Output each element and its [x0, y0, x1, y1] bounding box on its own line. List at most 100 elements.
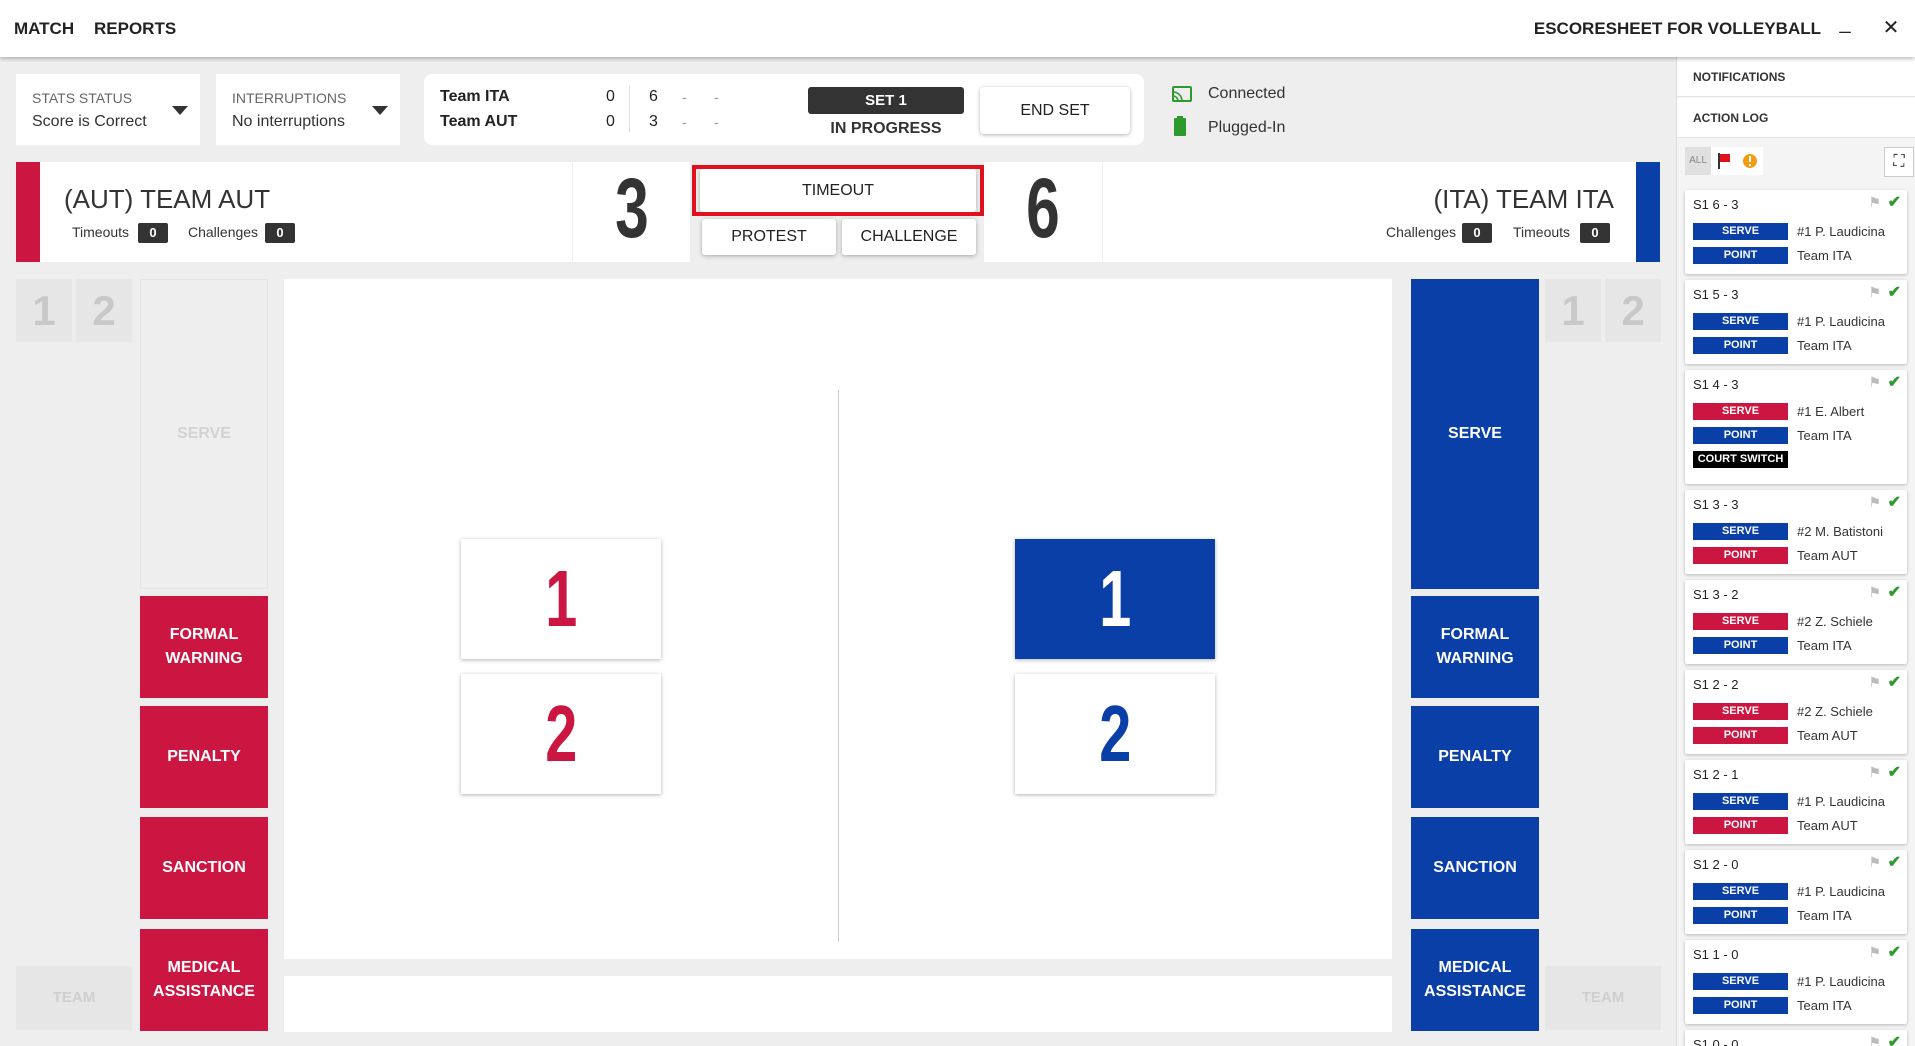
log-entry[interactable]: S1 6 - 3 ⚑ ✔ SERVE #1 P. Laudicina POINT Team … [1685, 190, 1907, 274]
team-ita-color-stripe [1636, 162, 1660, 262]
fullscreen-icon[interactable]: ⛶ [1884, 147, 1914, 177]
left-player-1[interactable]: 1 [461, 539, 661, 659]
log-text: #1 P. Laudicina [1797, 884, 1885, 899]
set2-dash: - [682, 89, 687, 105]
menu-match[interactable]: MATCH [14, 19, 74, 39]
left-lineup-1[interactable]: 1 [16, 279, 72, 342]
timeout-highlight [692, 165, 984, 216]
chevron-down-icon [172, 106, 188, 115]
log-text: #1 P. Laudicina [1797, 974, 1885, 989]
interruptions-dropdown[interactable]: INTERRUPTIONS No interruptions [216, 74, 400, 145]
connection-status: Connected [1208, 85, 1286, 102]
log-entry[interactable]: S1 3 - 2 ⚑ ✔ SERVE #2 Z. Schiele POINT Team IT… [1685, 580, 1907, 664]
log-text: #2 Z. Schiele [1797, 704, 1873, 719]
right-medical-assistance-button[interactable]: MEDICAL ASSISTANCE [1411, 929, 1539, 1031]
right-team-score: 6 [1026, 161, 1060, 255]
check-icon: ✔ [1887, 944, 1901, 961]
close-icon[interactable]: ✕ [1879, 15, 1903, 40]
right-player-2-number: 2 [1098, 689, 1132, 778]
log-text: Team ITA [1797, 638, 1852, 653]
log-tag: SERVE [1693, 403, 1788, 420]
log-entry[interactable]: S1 0 - 0 ⚑ ✔ [1685, 1030, 1907, 1046]
protest-button[interactable]: PROTEST [702, 219, 836, 255]
flag-icon[interactable]: ⚑ [1868, 584, 1881, 601]
right-formal-warning-button[interactable]: FORMAL WARNING [1411, 596, 1539, 698]
left-formal-warning-button[interactable]: FORMAL WARNING [140, 596, 268, 698]
stats-status-dropdown[interactable]: STATS STATUS Score is Correct [16, 74, 200, 145]
left-team-score: 3 [615, 161, 649, 255]
left-timeouts-count: 0 [138, 223, 168, 243]
flag-icon[interactable]: ⚑ [1868, 944, 1881, 961]
power-status: Plugged-In [1208, 119, 1286, 136]
log-text: Team ITA [1797, 248, 1852, 263]
check-icon: ✔ [1887, 194, 1901, 211]
filter-all-button[interactable]: ALL [1685, 147, 1711, 175]
left-lineup-2[interactable]: 2 [76, 279, 132, 342]
log-entry-score: S1 5 - 3 [1693, 287, 1739, 302]
interruptions-value: No interruptions [232, 113, 345, 130]
log-tag: SERVE [1693, 973, 1788, 990]
challenge-button[interactable]: CHALLENGE [842, 219, 976, 255]
log-entry[interactable]: S1 3 - 3 ⚑ ✔ SERVE #2 M. Batistoni POINT Team … [1685, 490, 1907, 574]
flag-icon[interactable]: ⚑ [1868, 764, 1881, 781]
flag-icon[interactable]: ⚑ [1868, 494, 1881, 511]
left-serve-button[interactable]: SERVE [140, 279, 268, 589]
left-medical-assistance-button[interactable]: MEDICAL ASSISTANCE [140, 929, 268, 1031]
log-entry[interactable]: S1 2 - 2 ⚑ ✔ SERVE #2 Z. Schiele POINT Team AU… [1685, 670, 1907, 754]
left-team-button[interactable]: TEAM [16, 966, 132, 1030]
right-lineup-1[interactable]: 1 [1545, 279, 1601, 342]
right-player-1[interactable]: 1 [1015, 539, 1215, 659]
flag-icon[interactable]: ⚑ [1868, 854, 1881, 871]
right-team-name: (ITA) TEAM ITA [1433, 184, 1614, 214]
check-icon: ✔ [1887, 764, 1901, 781]
log-tag: SERVE [1693, 883, 1788, 900]
set-status: IN PROGRESS [830, 120, 942, 137]
log-tag: POINT [1693, 817, 1788, 834]
check-icon: ✔ [1887, 674, 1901, 691]
flag-icon[interactable]: ⚑ [1868, 194, 1881, 211]
left-player-2[interactable]: 2 [461, 674, 661, 794]
log-text: #1 P. Laudicina [1797, 224, 1885, 239]
end-set-button[interactable]: END SET [980, 87, 1130, 134]
right-serve-button[interactable]: SERVE [1411, 279, 1539, 589]
menu-reports[interactable]: REPORTS [94, 19, 176, 39]
flag-icon[interactable]: ⚑ [1868, 674, 1881, 691]
right-player-2[interactable]: 2 [1015, 674, 1215, 794]
right-team-button[interactable]: TEAM [1545, 966, 1661, 1030]
team1-sets-won: 0 [606, 88, 615, 105]
log-entry[interactable]: S1 4 - 3 ⚑ ✔ SERVE #1 E. Albert POINT Team ITA… [1685, 370, 1907, 484]
log-tag: POINT [1693, 247, 1788, 264]
flag-icon[interactable]: ⚑ [1868, 284, 1881, 301]
log-text: #2 M. Batistoni [1797, 524, 1883, 539]
log-entry[interactable]: S1 5 - 3 ⚑ ✔ SERVE #1 P. Laudicina POINT Team … [1685, 280, 1907, 364]
left-score-box: 3 [573, 161, 690, 262]
flag-icon[interactable]: ⚑ [1868, 1034, 1881, 1046]
check-icon: ✔ [1887, 284, 1901, 301]
filter-warning-button[interactable] [1737, 147, 1763, 175]
log-entry[interactable]: S1 1 - 0 ⚑ ✔ SERVE #1 P. Laudicina POINT Team … [1685, 940, 1907, 1024]
log-text: Team AUT [1797, 728, 1858, 743]
log-entry[interactable]: S1 2 - 1 ⚑ ✔ SERVE #1 P. Laudicina POINT Team … [1685, 760, 1907, 844]
right-team-header: (ITA) TEAM ITA Challenges 0 Timeouts 0 [1103, 162, 1636, 262]
notifications-link[interactable]: NOTIFICATIONS [1677, 57, 1915, 97]
log-text: Team ITA [1797, 908, 1852, 923]
right-sanction-button[interactable]: SANCTION [1411, 817, 1539, 919]
left-sanction-button[interactable]: SANCTION [140, 817, 268, 919]
check-icon: ✔ [1887, 494, 1901, 511]
team1-set1-score: 6 [649, 88, 658, 105]
log-tag: POINT [1693, 997, 1788, 1014]
action-log-link[interactable]: ACTION LOG [1677, 98, 1915, 138]
minimize-icon[interactable]: _ [1833, 12, 1857, 35]
log-text: Team ITA [1797, 998, 1852, 1013]
left-player-1-number: 1 [544, 554, 578, 643]
right-lineup-2[interactable]: 2 [1605, 279, 1661, 342]
left-player-2-number: 2 [544, 689, 578, 778]
right-penalty-button[interactable]: PENALTY [1411, 706, 1539, 808]
filter-flag-button[interactable] [1711, 147, 1737, 175]
chevron-down-icon [372, 106, 388, 115]
scoreboard: Team ITA Team AUT 0 0 6 3 - - - - SET 1 … [424, 74, 1144, 145]
log-entry[interactable]: S1 2 - 0 ⚑ ✔ SERVE #1 P. Laudicina POINT Team … [1685, 850, 1907, 934]
flag-icon[interactable]: ⚑ [1868, 374, 1881, 391]
left-penalty-button[interactable]: PENALTY [140, 706, 268, 808]
interruptions-label: INTERRUPTIONS [232, 90, 347, 106]
